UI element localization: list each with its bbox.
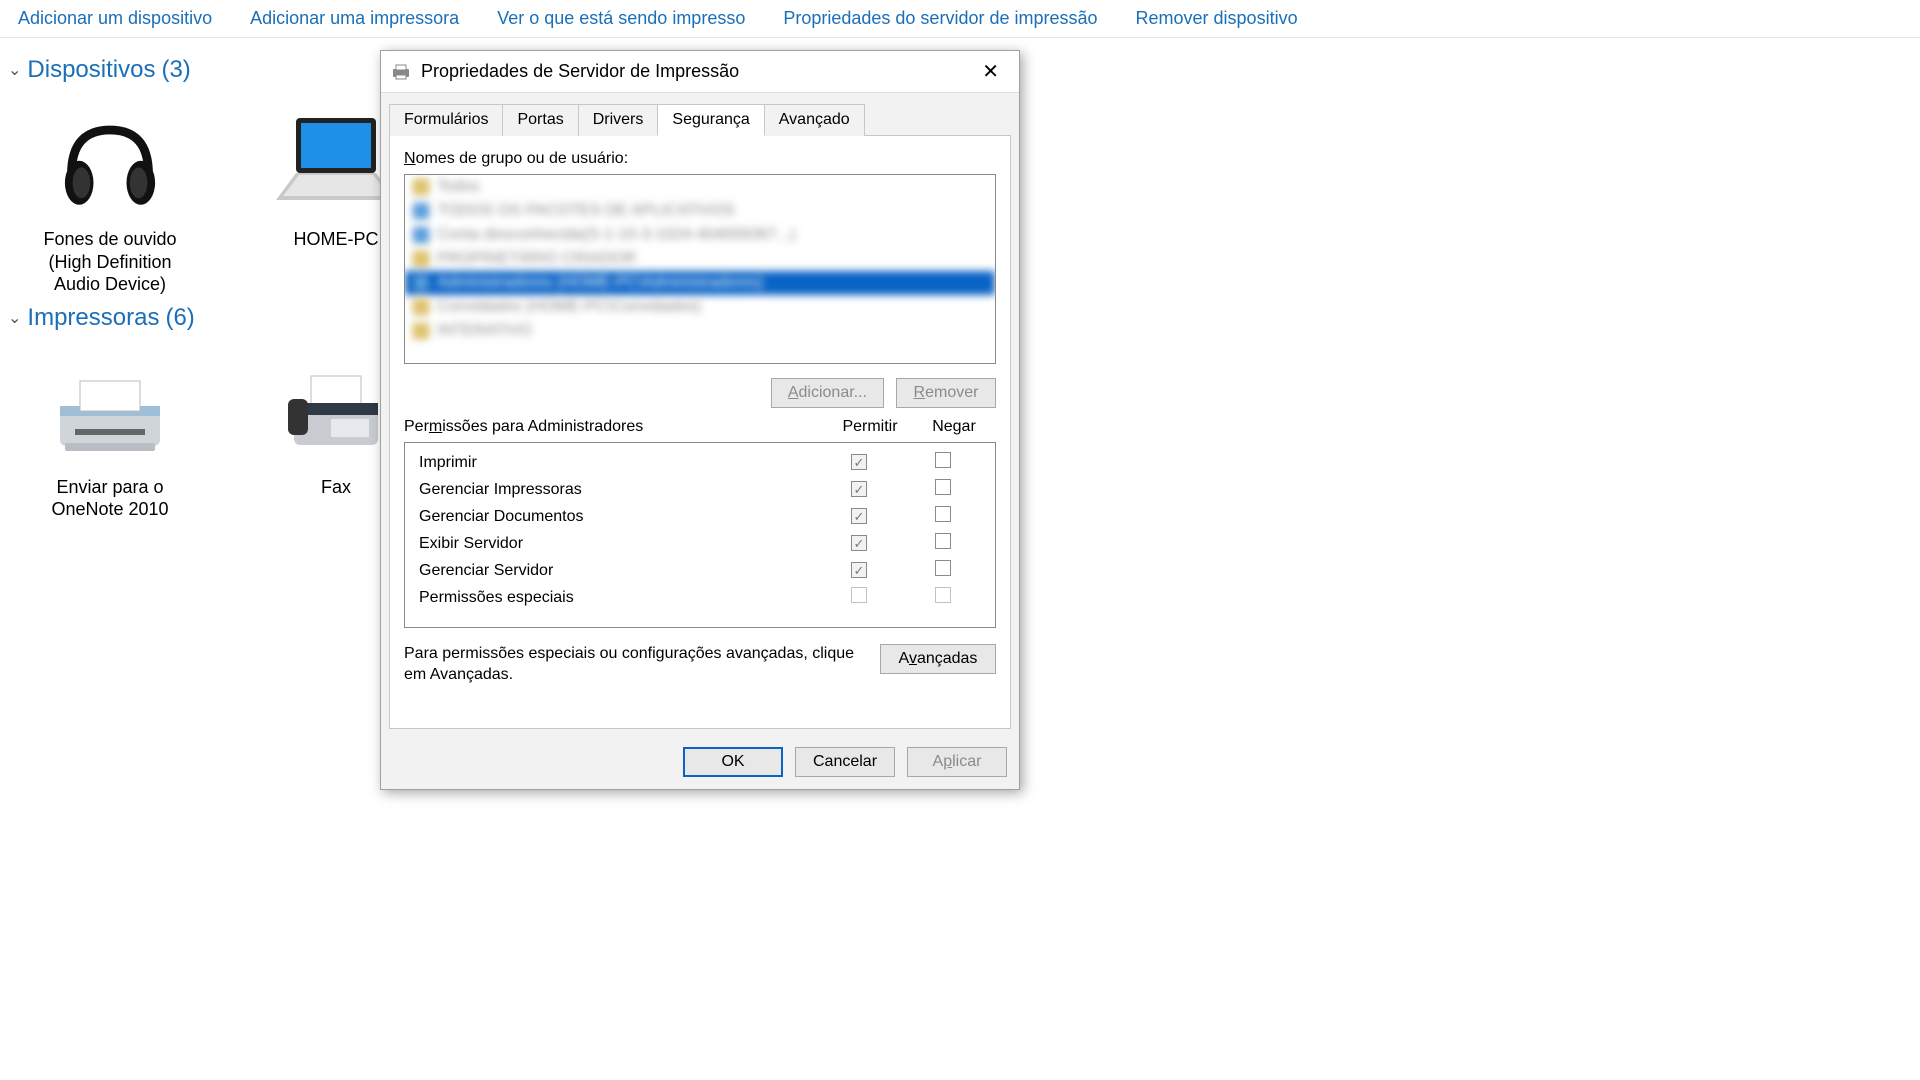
print-server-properties-dialog: Propriedades de Servidor de Impressão ✕ … (380, 50, 1020, 790)
allow-checkbox[interactable] (851, 454, 867, 470)
headphones-icon (30, 98, 190, 228)
section-printers-count: (6) (165, 304, 194, 332)
advanced-hint-text: Para permissões especiais ou configuraçõ… (404, 644, 864, 686)
permission-label: Permissões especiais (419, 589, 817, 607)
section-devices-count: (3) (161, 56, 190, 84)
section-devices-title: Dispositivos (27, 56, 155, 84)
dialog-titlebar: Propriedades de Servidor de Impressão ✕ (381, 51, 1019, 93)
cmd-remove-device[interactable]: Remover dispositivo (1136, 8, 1298, 29)
remove-group-button[interactable]: Remover (896, 378, 996, 408)
deny-checkbox[interactable] (935, 479, 951, 495)
permission-row: Permissões especiais (419, 584, 985, 611)
group-item-label: Convidados (HOME-PC\Convidados) (437, 298, 701, 316)
permissions-listbox: Imprimir Gerenciar Impressoras Gerenciar D… (404, 442, 996, 628)
groups-label: Nomes de grupo ou de usuário: (404, 150, 996, 168)
permission-row: Exibir Servidor (419, 530, 985, 557)
printer-icon (30, 346, 190, 476)
permission-row: Gerenciar Servidor (419, 557, 985, 584)
cmd-add-device[interactable]: Adicionar um dispositivo (18, 8, 212, 29)
group-item[interactable]: TODOS OS PACOTES DE APLICATIVOS (405, 199, 995, 223)
group-item[interactable]: PROPRIETÁRIO CRIADOR (405, 247, 995, 271)
group-item[interactable]: INTERATIVO (405, 319, 995, 343)
add-group-button[interactable]: Adicionar... (771, 378, 884, 408)
tab-drivers[interactable]: Drivers (578, 104, 659, 136)
permissions-header: Permissões para Administradores Permitir… (404, 418, 996, 436)
cancel-button[interactable]: Cancelar (795, 747, 895, 777)
printer-onenote[interactable]: Enviar para o OneNote 2010 (30, 346, 190, 521)
printer-small-icon (391, 63, 411, 81)
group-item[interactable]: Conta desconhecida(S-1-15-3-1024-4040093… (405, 223, 995, 247)
printer-label: Enviar para o OneNote 2010 (30, 476, 190, 521)
cmd-add-printer[interactable]: Adicionar uma impressora (250, 8, 459, 29)
allow-column-header: Permitir (828, 418, 912, 436)
allow-checkbox[interactable] (851, 481, 867, 497)
command-bar: Adicionar um dispositivo Adicionar uma i… (0, 0, 1920, 38)
tab-advanced[interactable]: Avançado (764, 104, 865, 136)
group-item-label: PROPRIETÁRIO CRIADOR (437, 250, 636, 268)
permission-label: Gerenciar Impressoras (419, 481, 817, 499)
group-item-label: Administradores (HOME-PC\Administradores… (437, 274, 763, 292)
group-item[interactable]: Todos (405, 175, 995, 199)
deny-checkbox[interactable] (935, 560, 951, 576)
permission-label: Imprimir (419, 454, 817, 472)
dialog-action-buttons: OK Cancelar Aplicar (683, 747, 1007, 777)
dialog-tabs: Formulários Portas Drivers Segurança Ava… (381, 93, 1019, 135)
permission-label: Exibir Servidor (419, 535, 817, 553)
tab-forms[interactable]: Formulários (389, 104, 503, 136)
group-item-label: INTERATIVO (437, 322, 532, 340)
group-item-label: Conta desconhecida(S-1-15-3-1024-4040093… (437, 226, 795, 244)
tab-ports[interactable]: Portas (502, 104, 578, 136)
section-printers-title: Impressoras (27, 304, 159, 332)
groups-listbox[interactable]: Todos TODOS OS PACOTES DE APLICATIVOS Cont… (404, 174, 996, 364)
cmd-server-properties[interactable]: Propriedades do servidor de impressão (783, 8, 1097, 29)
deny-column-header: Negar (912, 418, 996, 436)
allow-checkbox[interactable] (851, 562, 867, 578)
group-icon (413, 275, 429, 291)
close-button[interactable]: ✕ (972, 57, 1009, 86)
permission-row: Gerenciar Impressoras (419, 476, 985, 503)
deny-checkbox[interactable] (935, 533, 951, 549)
apply-button[interactable]: Aplicar (907, 747, 1007, 777)
permissions-for-label: Permissões para Administradores (404, 418, 643, 436)
advanced-button[interactable]: Avançadas (880, 644, 996, 674)
deny-checkbox[interactable] (935, 587, 951, 603)
deny-checkbox[interactable] (935, 452, 951, 468)
permission-label: Gerenciar Documentos (419, 508, 817, 526)
group-item[interactable]: Administradores (HOME-PC\Administradores… (405, 271, 995, 295)
group-item-label: TODOS OS PACOTES DE APLICATIVOS (437, 202, 735, 220)
device-label: Fones de ouvido (High Definition Audio D… (30, 228, 190, 296)
deny-checkbox[interactable] (935, 506, 951, 522)
permission-label: Gerenciar Servidor (419, 562, 817, 580)
tab-security[interactable]: Segurança (657, 104, 764, 136)
group-icon (413, 251, 429, 267)
allow-checkbox[interactable] (851, 535, 867, 551)
permission-row: Gerenciar Documentos (419, 503, 985, 530)
allow-checkbox[interactable] (851, 508, 867, 524)
device-headphones[interactable]: Fones de ouvido (High Definition Audio D… (30, 98, 190, 296)
allow-checkbox[interactable] (851, 587, 867, 603)
chevron-down-icon: ⌄ (8, 308, 21, 328)
chevron-down-icon: ⌄ (8, 60, 21, 80)
group-icon (413, 299, 429, 315)
group-icon (413, 227, 429, 243)
ok-button[interactable]: OK (683, 747, 783, 777)
group-icon (413, 203, 429, 219)
group-item-label: Todos (437, 178, 480, 196)
cmd-see-printing[interactable]: Ver o que está sendo impresso (497, 8, 745, 29)
permission-row: Imprimir (419, 449, 985, 476)
dialog-title: Propriedades de Servidor de Impressão (421, 61, 739, 82)
group-icon (413, 179, 429, 195)
group-item[interactable]: Convidados (HOME-PC\Convidados) (405, 295, 995, 319)
group-icon (413, 323, 429, 339)
security-panel: Nomes de grupo ou de usuário: Todos TODOS… (389, 135, 1011, 729)
